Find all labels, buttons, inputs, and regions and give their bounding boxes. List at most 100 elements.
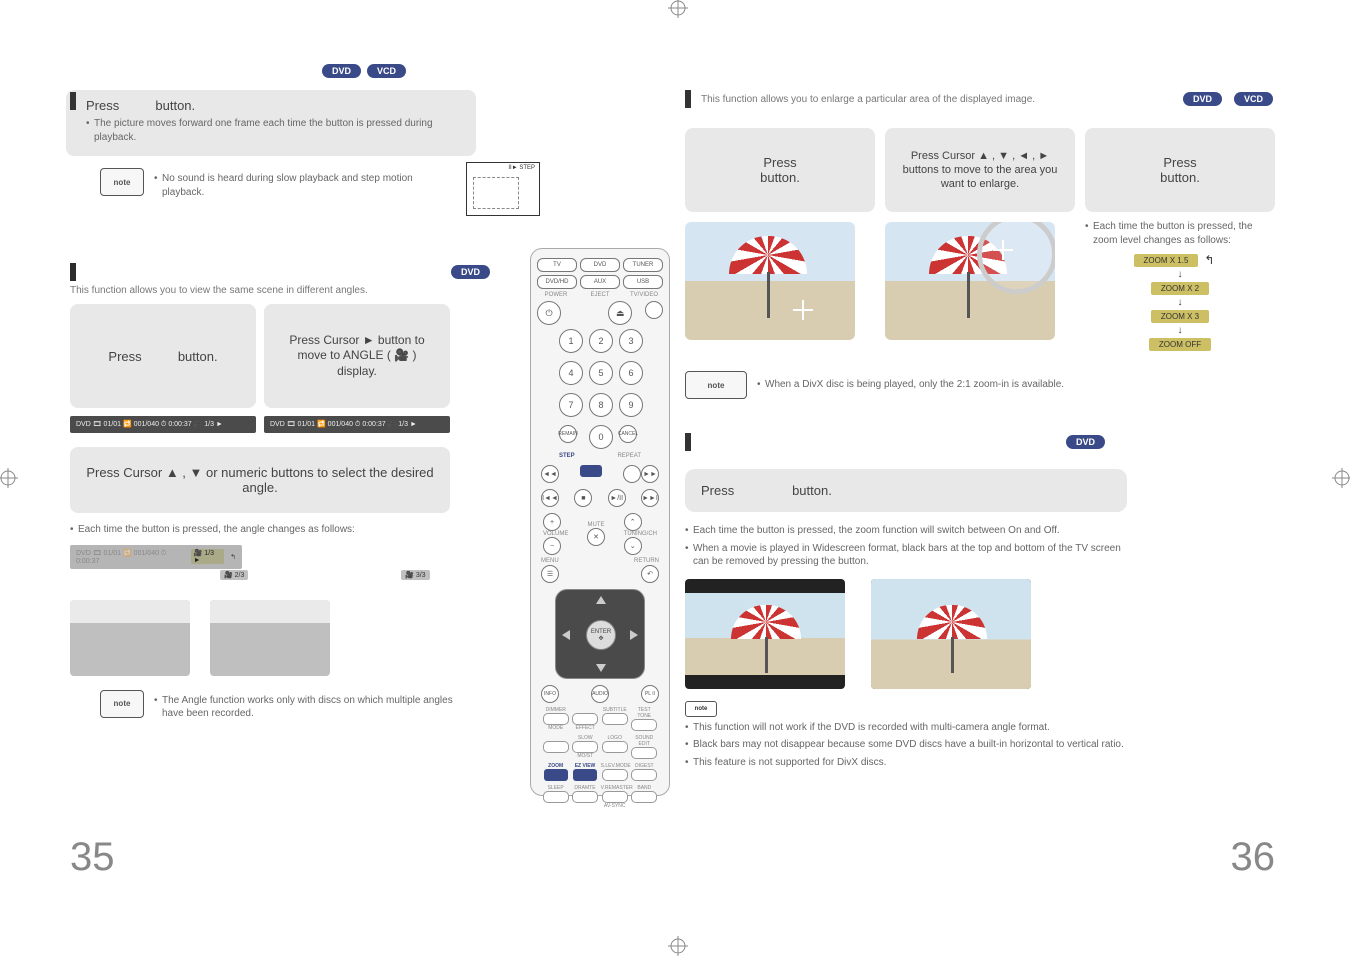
ezview-note-1: This function will not work if the DVD i… — [685, 721, 1205, 735]
remote-cursor-up[interactable] — [596, 596, 606, 604]
remote-cursor-right[interactable] — [630, 630, 638, 640]
remote-key-4[interactable]: 4 — [559, 361, 583, 385]
remote-btn-stop[interactable]: ■ — [574, 489, 592, 507]
remote-btn-power[interactable]: ⏻ — [537, 301, 561, 325]
zoom-level-1: ZOOM X 1.5 — [1134, 254, 1199, 267]
remote-label-power: POWER — [537, 292, 575, 298]
remote-btn-audio[interactable]: AUDIO — [591, 685, 609, 703]
zoom-section-accent — [685, 90, 691, 108]
zoom-loop-arrow: ↰ — [1204, 253, 1214, 267]
zoom-image-2 — [885, 222, 1055, 340]
remote-btn-slevmode[interactable] — [602, 769, 628, 781]
zoom-vcd-pill: VCD — [1234, 92, 1273, 106]
remote-btn-mute[interactable]: ✕ — [587, 528, 605, 546]
remote-btn-logo[interactable] — [602, 741, 628, 753]
remote-btn-testtone[interactable] — [631, 719, 657, 731]
note-chip-step: note — [100, 168, 144, 196]
remote-btn-sleep[interactable] — [543, 791, 569, 803]
remote-label-menu: MENU — [541, 558, 559, 564]
remote-key-5[interactable]: 5 — [589, 361, 613, 385]
remote-btn-mode[interactable] — [543, 713, 569, 725]
remote-cursor-left[interactable] — [562, 630, 570, 640]
remote-btn-info[interactable]: INFO — [541, 685, 559, 703]
crop-mark-left — [0, 468, 18, 488]
remote-btn-ezview-highlight[interactable] — [573, 769, 597, 781]
remote-btn-band[interactable] — [631, 791, 657, 803]
angle-3-3: 🎥 3/3 — [405, 571, 425, 579]
remote-btn-repeat[interactable] — [623, 465, 641, 483]
zoom-image-1 — [685, 222, 855, 340]
angle-2-3: 🎥 2/3 — [224, 571, 244, 579]
remote-enter-icon: ✥ — [598, 635, 603, 642]
remote-btn-tv[interactable]: TV — [537, 258, 577, 272]
remote-key-7[interactable]: 7 — [559, 393, 583, 417]
zoom-step2-box: Press Cursor ▲ , ▼ , ◄ , ► buttons to mo… — [885, 128, 1075, 212]
remote-btn-vol-up[interactable]: + — [543, 513, 561, 531]
remote-btn-zoom-highlight[interactable] — [544, 769, 568, 781]
remote-btn-aux[interactable]: AUX — [580, 275, 620, 289]
ezview-note-chip: note — [685, 701, 717, 717]
remote-btn-eject[interactable]: ⏏ — [608, 301, 632, 325]
remote-btn-subtitle[interactable] — [602, 713, 628, 725]
remote-btn-dvd[interactable]: DVD — [580, 258, 620, 272]
remote-btn-return[interactable]: ↶ — [641, 565, 659, 583]
angle-numeric-box: Press Cursor ▲ , ▼ or numeric buttons to… — [70, 447, 450, 513]
ezview-press: Press — [701, 483, 734, 498]
remote-btn-digest[interactable] — [631, 769, 657, 781]
remote-label-eject: EJECT — [581, 292, 619, 298]
remote-btn-most[interactable] — [572, 741, 598, 753]
remote-btn-enter[interactable]: ENTER ✥ — [586, 620, 616, 650]
remote-btn-cancel[interactable]: CANCEL — [619, 425, 637, 443]
page-number-right: 36 — [1231, 835, 1276, 880]
remote-btn-tvvideo[interactable] — [645, 301, 663, 319]
zoom-divx-note: When a DivX disc is being played, only t… — [757, 378, 1064, 392]
remote-key-3[interactable]: 3 — [619, 329, 643, 353]
zoom-step1-box: Press button. — [685, 128, 875, 212]
remote-control: TV DVD TUNER DVD/HD AUX USB POWER EJECT … — [530, 248, 670, 796]
remote-btn-prev[interactable]: I◄◄ — [541, 489, 559, 507]
remote-btn-ff[interactable]: ►► — [641, 465, 659, 483]
angle-row-1: DVD 🎞 01/01 🔁 001/040 ⏱ 0:00:37 🎥 1/3 ► … — [70, 545, 242, 569]
remote-key-9[interactable]: 9 — [619, 393, 643, 417]
remote-btn-ch-down[interactable]: ⌄ — [624, 537, 642, 555]
remote-btn-vol-down[interactable]: − — [543, 537, 561, 555]
angle-strip-a-text: DVD 🎞 01/01 🔁 001/040 ⏱ 0:00:37 🎥 1/3 ► — [76, 420, 223, 429]
zoom-step1-button: button. — [760, 170, 800, 185]
remote-key-6[interactable]: 6 — [619, 361, 643, 385]
ezview-note-3: This feature is not supported for DivX d… — [685, 756, 1205, 770]
zoom-step1-press: Press — [763, 155, 796, 170]
remote-btn-plii[interactable]: PL II — [641, 685, 659, 703]
remote-key-1[interactable]: 1 — [559, 329, 583, 353]
remote-btn-dramte[interactable] — [572, 791, 598, 803]
remote-btn-playpause[interactable]: ►/II — [608, 489, 626, 507]
remote-btn-effect[interactable] — [572, 713, 598, 725]
crop-mark-right — [1332, 468, 1350, 488]
remote-key-0[interactable]: 0 — [589, 425, 613, 449]
remote-btn-avsync[interactable] — [602, 791, 628, 803]
remote-key-2[interactable]: 2 — [589, 329, 613, 353]
angle-step1-press: Press — [108, 349, 141, 364]
right-page: This function allows you to enlarge a pa… — [685, 60, 1275, 880]
remote-btn-menu[interactable]: ☰ — [541, 565, 559, 583]
angle-osd-strip-a: DVD 🎞 01/01 🔁 001/040 ⏱ 0:00:37 🎥 1/3 ► — [70, 416, 256, 433]
angle-1-3: 🎥 1/3 ► — [191, 549, 224, 564]
remote-btn-remain[interactable]: REMAIN — [559, 425, 577, 443]
remote-btn-step-highlight[interactable] — [580, 465, 602, 477]
remote-btn-rew[interactable]: ◄◄ — [541, 465, 559, 483]
remote-key-8[interactable]: 8 — [589, 393, 613, 417]
remote-btn-dvdhd[interactable]: DVD/HD — [537, 275, 577, 289]
remote-btn-soundedit[interactable] — [631, 747, 657, 759]
remote-label-volume: VOLUME — [543, 531, 568, 537]
ezview-bullet-2: When a movie is played in Widescreen for… — [685, 542, 1125, 569]
ezview-note-2: Black bars may not disappear because som… — [685, 738, 1205, 752]
remote-btn-next[interactable]: ►►I — [641, 489, 659, 507]
step-note-text: No sound is heard during slow playback a… — [154, 172, 414, 199]
remote-btn-usb[interactable]: USB — [623, 275, 663, 289]
remote-btn-r2c1[interactable] — [543, 741, 569, 753]
remote-btn-tuner[interactable]: TUNER — [623, 258, 663, 272]
remote-btn-ch-up[interactable]: ⌃ — [624, 513, 642, 531]
zoom-step3-button: button. — [1160, 170, 1200, 185]
remote-label-step: STEP — [559, 453, 575, 459]
zoom-level-off: ZOOM OFF — [1149, 338, 1211, 351]
remote-cursor-down[interactable] — [596, 664, 606, 672]
